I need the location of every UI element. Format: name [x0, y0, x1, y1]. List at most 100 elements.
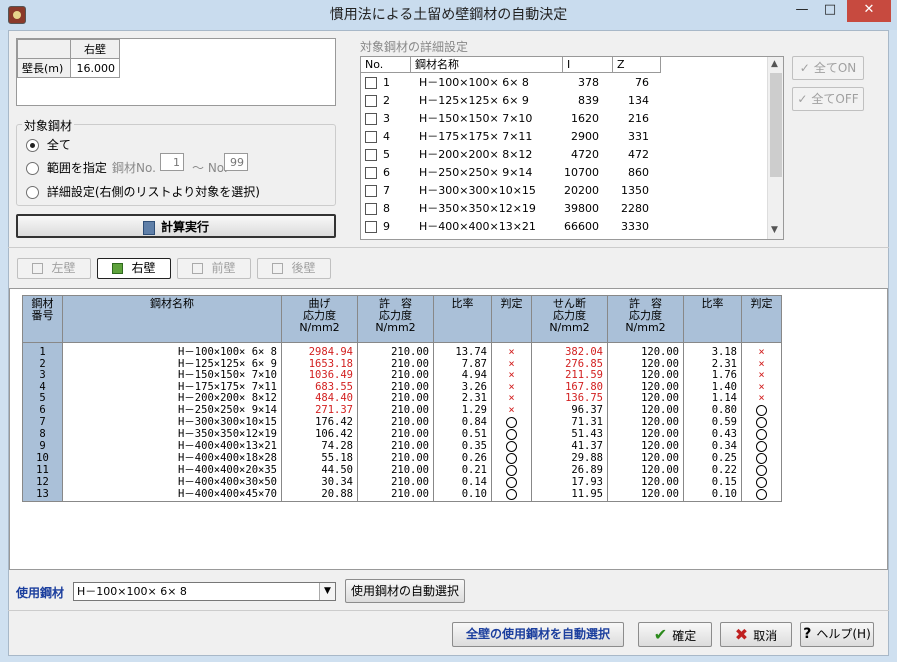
cell-judge-bending [491, 464, 532, 477]
auto-select-steel-button[interactable]: 使用鋼材の自動選択 [345, 579, 465, 603]
range-to-field[interactable]: 99 [224, 153, 248, 171]
close-button[interactable]: ✕ [847, 0, 891, 22]
cell-allowable-shear: 120.00 [607, 440, 684, 453]
radio-detail[interactable]: 詳細設定(右側のリストより対象を選択) [26, 183, 260, 200]
cell-judge-shear [741, 476, 782, 489]
cell-bending-stress: 30.34 [281, 476, 358, 489]
cell-judge-shear [741, 428, 782, 441]
all-off-button[interactable]: ✓ 全てOFF [792, 87, 864, 111]
table-row[interactable]: 3 H－150×150× 7×10 1036.49 210.00 4.94 × … [22, 369, 782, 382]
cell-allowable-bending: 210.00 [357, 488, 434, 502]
detail-list-scrollbar[interactable]: ▲ ▼ [767, 57, 783, 239]
results-body: 1 H－100×100× 6× 8 2984.94 210.00 13.74 ×… [22, 342, 782, 502]
steel-checkbox[interactable] [365, 149, 377, 161]
list-item[interactable]: 2 H－125×125× 6× 9 839 134 [361, 92, 771, 110]
range-from-field[interactable]: 1 [160, 153, 184, 171]
steel-checkbox[interactable] [365, 185, 377, 197]
cell-judge-bending: × [491, 342, 532, 359]
wall-column-header: 右壁 [70, 39, 120, 59]
cell-ratio-bending: 0.14 [433, 476, 492, 489]
steel-name: H－250×250× 9×14 [419, 166, 533, 179]
all-on-button[interactable]: ✓ 全てON [792, 56, 864, 80]
cell-ratio-bending: 2.31 [433, 392, 492, 405]
table-row[interactable]: 11 H－400×400×20×35 44.50 210.00 0.21 26.… [22, 464, 782, 477]
cell-ratio-shear: 1.76 [683, 369, 742, 382]
maximize-button[interactable]: □ [816, 0, 844, 22]
steel-checkbox[interactable] [365, 77, 377, 89]
calculate-button[interactable]: 計算実行 [16, 214, 336, 238]
table-row[interactable]: 7 H－300×300×10×15 176.42 210.00 0.84 71.… [22, 416, 782, 429]
steel-checkbox[interactable] [365, 239, 377, 240]
list-item[interactable]: 4 H－175×175× 7×11 2900 331 [361, 128, 771, 146]
window-title: 慣用法による土留め壁鋼材の自動決定 [329, 7, 568, 23]
steel-checkbox[interactable] [365, 95, 377, 107]
table-row[interactable]: 9 H－400×400×13×21 74.28 210.00 0.35 41.3… [22, 440, 782, 453]
use-steel-select[interactable]: H－100×100× 6× 8 ▼ [73, 582, 336, 601]
cell-allowable-bending: 210.00 [357, 404, 434, 417]
col-name-header[interactable]: 鋼材名称 [411, 57, 563, 73]
use-steel-label: 使用鋼材 [16, 586, 65, 600]
table-row[interactable]: 13 H－400×400×45×70 20.88 210.00 0.10 11.… [22, 488, 782, 502]
cell-allowable-bending: 210.00 [357, 440, 434, 453]
col-i-header[interactable]: I [563, 57, 613, 73]
all-on-label: 全てON [813, 61, 857, 75]
col-no-header[interactable]: No. [361, 57, 411, 73]
radio-all-indicator[interactable] [26, 139, 39, 152]
table-row[interactable]: 8 H－350×350×12×19 106.42 210.00 0.51 51.… [22, 428, 782, 441]
scroll-down-icon[interactable]: ▼ [771, 225, 778, 235]
steel-checkbox[interactable] [365, 113, 377, 125]
radio-range-indicator[interactable] [26, 162, 39, 175]
confirm-button[interactable]: ✔ 確定 [638, 622, 712, 647]
table-row[interactable]: 12 H－400×400×30×50 30.34 210.00 0.14 17.… [22, 476, 782, 489]
scrollbar-thumb[interactable] [770, 73, 782, 177]
table-row[interactable]: 1 H－100×100× 6× 8 2984.94 210.00 13.74 ×… [22, 342, 782, 359]
steel-checkbox[interactable] [365, 167, 377, 179]
steel-checkbox[interactable] [365, 131, 377, 143]
cell-ratio-shear: 3.18 [683, 342, 742, 359]
steel-checkbox[interactable] [365, 203, 377, 215]
steel-checkbox[interactable] [365, 221, 377, 233]
help-button[interactable]: ? ヘルプ(H) [800, 622, 874, 647]
list-item[interactable]: 5 H－200×200× 8×12 4720 472 [361, 146, 771, 164]
list-item[interactable]: 8 H－350×350×12×19 39800 2280 [361, 200, 771, 218]
all-walls-auto-select-button[interactable]: 全壁の使用鋼材を自動選択 [452, 622, 624, 647]
list-item[interactable]: 6 H－250×250× 9×14 10700 860 [361, 164, 771, 182]
cell-judge-bending: × [491, 392, 532, 405]
dropdown-arrow-icon[interactable]: ▼ [319, 583, 335, 600]
cancel-label: 取消 [753, 629, 778, 643]
cell-allowable-shear: 120.00 [607, 369, 684, 382]
cell-steel-name: H－200×200× 8×12 [62, 392, 282, 405]
list-item[interactable]: 10 H－400×400×18×28 92800 4480 [361, 236, 771, 240]
target-steel-group-title: 対象鋼材 [22, 117, 75, 134]
list-item[interactable]: 1 H－100×100× 6× 8 378 76 [361, 74, 771, 92]
col-z-header[interactable]: Z [613, 57, 661, 73]
tab-right-wall[interactable]: 右壁 [97, 258, 171, 279]
list-item[interactable]: 7 H－300×300×10×15 20200 1350 [361, 182, 771, 200]
tab-front-wall[interactable]: 前壁 [177, 258, 251, 279]
cancel-button[interactable]: ✖ 取消 [720, 622, 792, 647]
table-corner [17, 39, 71, 59]
tab-back-wall[interactable]: 後壁 [257, 258, 331, 279]
wall-length-value[interactable]: 16.000 [70, 58, 120, 78]
tab-square-icon [272, 263, 284, 274]
cell-shear-stress: 29.88 [531, 452, 608, 465]
radio-all[interactable]: 全て [26, 136, 71, 153]
list-item[interactable]: 9 H－400×400×13×21 66600 3330 [361, 218, 771, 236]
steel-name: H－150×150× 7×10 [419, 112, 533, 125]
tab-left-wall[interactable]: 左壁 [17, 258, 91, 279]
minimize-button[interactable]: — [788, 0, 816, 22]
scroll-up-icon[interactable]: ▲ [771, 59, 778, 69]
wall-length-table: 右壁 壁長(m) 16.000 [17, 39, 120, 78]
help-label: ヘルプ(H) [816, 627, 871, 641]
steel-name: H－300×300×10×15 [419, 184, 536, 197]
table-row[interactable]: 10 H－400×400×18×28 55.18 210.00 0.26 29.… [22, 452, 782, 465]
cell-steel-no: 5 [22, 392, 63, 405]
cell-ratio-bending: 13.74 [433, 342, 492, 359]
table-row[interactable]: 6 H－250×250× 9×14 271.37 210.00 1.29 × 9… [22, 404, 782, 417]
radio-range[interactable]: 範囲を指定 [26, 159, 107, 176]
cell-allowable-shear: 120.00 [607, 464, 684, 477]
radio-detail-indicator[interactable] [26, 186, 39, 199]
list-item[interactable]: 3 H－150×150× 7×10 1620 216 [361, 110, 771, 128]
cell-judge-shear [741, 440, 782, 453]
table-row[interactable]: 5 H－200×200× 8×12 484.40 210.00 2.31 × 1… [22, 392, 782, 405]
